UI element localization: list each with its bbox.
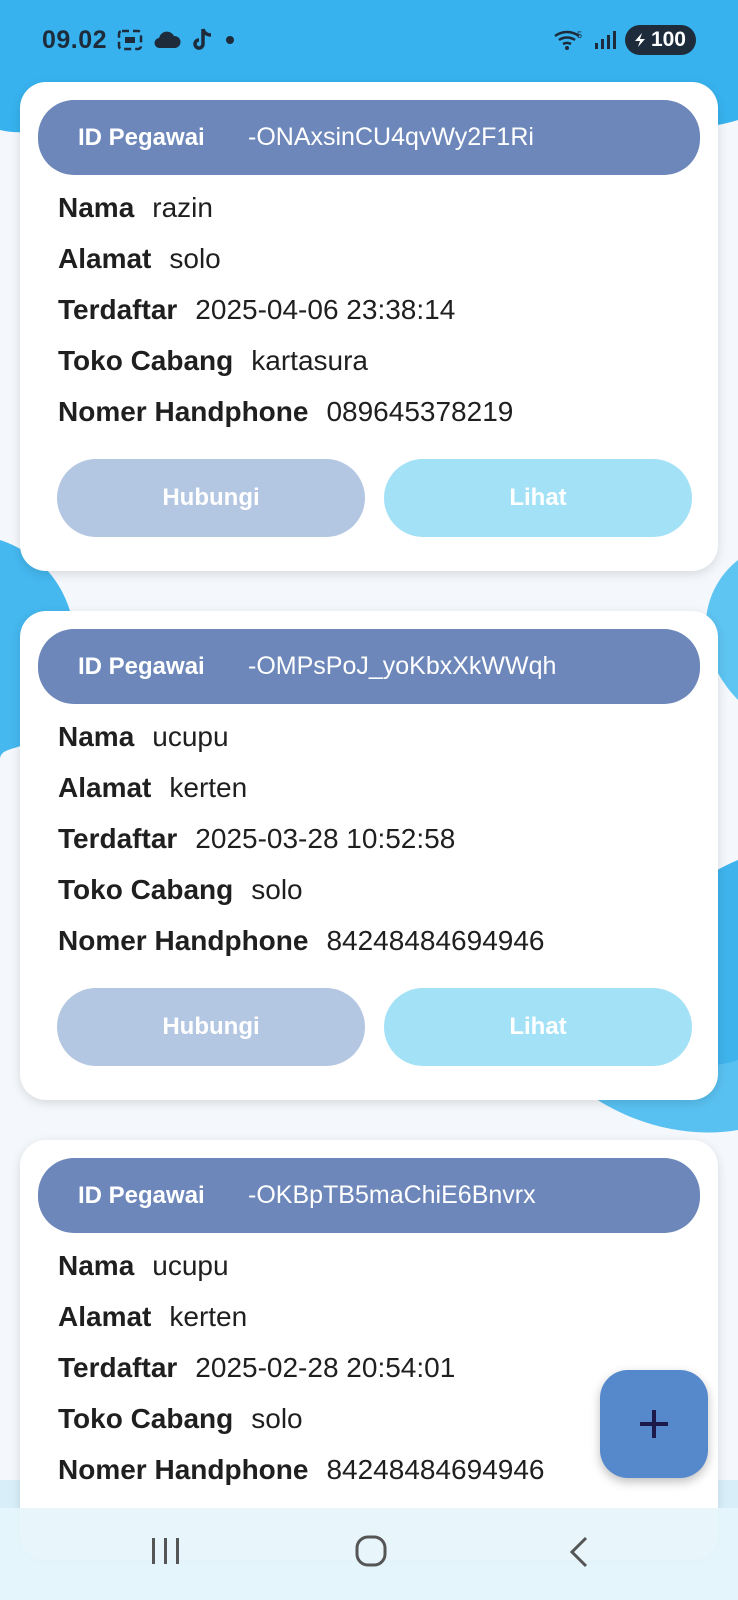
- detail-label: Nomer Handphone: [58, 1453, 309, 1485]
- detail-label: Toko Cabang: [58, 873, 234, 905]
- lihat-button[interactable]: Lihat: [384, 459, 692, 537]
- dot-icon: [223, 33, 237, 47]
- detail-row-terdaftar: Terdaftar 2025-03-28 10:52:58: [58, 813, 544, 864]
- id-value: -OMPsPoJ_yoKbxXkWWqh: [248, 652, 557, 680]
- add-employee-button[interactable]: [600, 1370, 708, 1478]
- status-time: 09.02: [42, 25, 108, 54]
- detail-row-toko-cabang: Toko Cabang solo: [58, 864, 544, 915]
- employee-details: Nama razin Alamat solo Terdaftar 2025-04-06…: [58, 182, 513, 437]
- detail-row-nama: Nama ucupu: [58, 1240, 544, 1291]
- hubungi-button[interactable]: Hubungi: [57, 459, 365, 537]
- employee-id-header: ID Pegawai -OKBpTB5maChiE6Bnvrx: [38, 1158, 700, 1233]
- detail-label: Nama: [58, 1249, 135, 1281]
- system-nav-bar: [0, 1508, 738, 1600]
- detail-value: solo: [251, 873, 303, 905]
- detail-row-alamat: Alamat solo: [58, 233, 513, 284]
- detail-row-nama: Nama razin: [58, 182, 513, 233]
- detail-label: Terdaftar: [58, 1351, 178, 1383]
- status-bar: 09.02 5 100: [0, 0, 738, 80]
- detail-value: kerten: [169, 771, 248, 803]
- home-button[interactable]: [350, 1530, 394, 1579]
- id-value: -ONAxsinCU4qvWy2F1Ri: [248, 123, 534, 151]
- detail-row-toko-cabang: Toko Cabang solo: [58, 1393, 544, 1444]
- back-button[interactable]: [562, 1530, 598, 1579]
- detail-value: solo: [251, 1402, 303, 1434]
- detail-value: 089645378219: [326, 395, 514, 427]
- detail-value: ucupu: [152, 1249, 229, 1281]
- detail-value: 84248484694946: [326, 924, 545, 956]
- battery-indicator: 100: [624, 25, 696, 55]
- detail-row-nomer-handphone: Nomer Handphone 089645378219: [58, 386, 513, 437]
- id-label: ID Pegawai: [78, 1181, 205, 1209]
- recent-apps-icon: [152, 1538, 179, 1564]
- hubungi-button[interactable]: Hubungi: [57, 988, 365, 1066]
- employee-details: Nama ucupu Alamat kerten Terdaftar 2025-02-…: [58, 1240, 544, 1495]
- detail-row-alamat: Alamat kerten: [58, 1291, 544, 1342]
- recent-apps-button[interactable]: [146, 1530, 186, 1579]
- detail-label: Alamat: [58, 771, 152, 803]
- id-label: ID Pegawai: [78, 123, 205, 151]
- detail-label: Nomer Handphone: [58, 924, 309, 956]
- back-icon: [569, 1536, 588, 1568]
- id-label: ID Pegawai: [78, 652, 205, 680]
- detail-label: Terdaftar: [58, 293, 178, 325]
- detail-value: 2025-04-06 23:38:14: [195, 293, 456, 325]
- detail-label: Terdaftar: [58, 822, 178, 854]
- cloud-icon: [153, 30, 181, 50]
- employee-card: ID Pegawai -ONAxsinCU4qvWy2F1Ri Nama razi…: [20, 82, 718, 571]
- detail-label: Toko Cabang: [58, 1402, 234, 1434]
- employee-card: ID Pegawai -OMPsPoJ_yoKbxXkWWqh Nama ucup…: [20, 611, 718, 1100]
- employee-card: ID Pegawai -OKBpTB5maChiE6Bnvrx Nama ucup…: [20, 1140, 718, 1560]
- detail-value: solo: [169, 242, 221, 274]
- detail-label: Nama: [58, 191, 135, 223]
- signal-icon: [593, 29, 617, 51]
- home-icon: [355, 1535, 387, 1567]
- employee-id-header: ID Pegawai -ONAxsinCU4qvWy2F1Ri: [38, 100, 700, 175]
- detail-row-toko-cabang: Toko Cabang kartasura: [58, 335, 513, 386]
- detail-value: kartasura: [251, 344, 368, 376]
- detail-value: 2025-02-28 20:54:01: [195, 1351, 456, 1383]
- detail-value: 84248484694946: [326, 1453, 545, 1485]
- detail-value: ucupu: [152, 720, 229, 752]
- detail-row-nomer-handphone: Nomer Handphone 84248484694946: [58, 915, 544, 966]
- tiktok-icon: [191, 27, 213, 53]
- detail-value: kerten: [169, 1300, 248, 1332]
- plus-icon: [640, 1410, 668, 1438]
- detail-row-nama: Nama ucupu: [58, 711, 544, 762]
- screenshot-icon: [117, 29, 143, 51]
- detail-row-terdaftar: Terdaftar 2025-02-28 20:54:01: [58, 1342, 544, 1393]
- detail-row-terdaftar: Terdaftar 2025-04-06 23:38:14: [58, 284, 513, 335]
- detail-value: razin: [152, 191, 213, 223]
- battery-level: 100: [650, 28, 686, 51]
- detail-label: Nama: [58, 720, 135, 752]
- detail-value: 2025-03-28 10:52:58: [195, 822, 456, 854]
- detail-label: Alamat: [58, 1300, 152, 1332]
- detail-label: Alamat: [58, 242, 152, 274]
- detail-label: Nomer Handphone: [58, 395, 309, 427]
- detail-row-alamat: Alamat kerten: [58, 762, 544, 813]
- employee-id-header: ID Pegawai -OMPsPoJ_yoKbxXkWWqh: [38, 629, 700, 704]
- battery-icon: [634, 33, 645, 47]
- detail-row-nomer-handphone: Nomer Handphone 84248484694946: [58, 1444, 544, 1495]
- lihat-button[interactable]: Lihat: [384, 988, 692, 1066]
- detail-label: Toko Cabang: [58, 344, 234, 376]
- svg-text:5: 5: [577, 30, 582, 40]
- id-value: -OKBpTB5maChiE6Bnvrx: [248, 1181, 536, 1209]
- employee-details: Nama ucupu Alamat kerten Terdaftar 2025-03-…: [58, 711, 544, 966]
- wifi-icon: 5: [553, 28, 585, 52]
